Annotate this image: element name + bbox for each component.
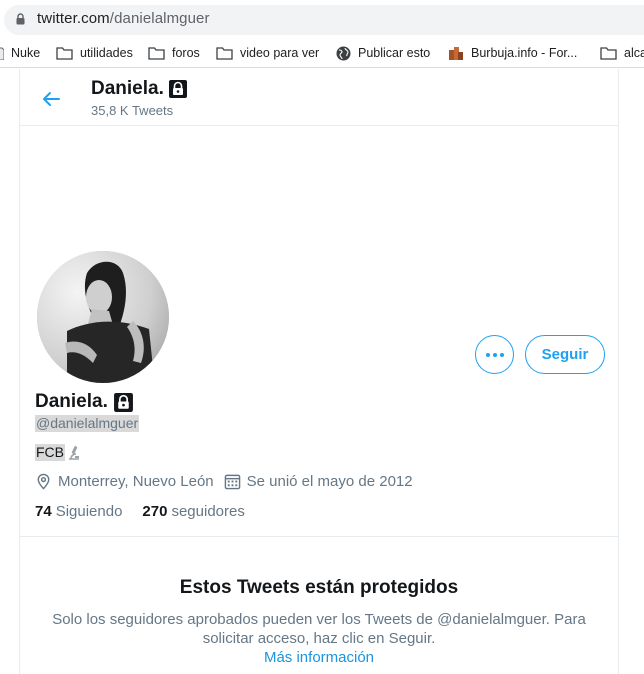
browser-url-bar[interactable]: twitter.com/danielalmguer xyxy=(0,0,644,38)
tweet-count: 35,8 K Tweets xyxy=(91,103,174,118)
profile-name-text: Daniela. xyxy=(35,391,108,412)
bookmark-label: Publicar esto xyxy=(358,46,431,60)
site-favicon-icon xyxy=(449,46,463,60)
followers-count: 270 xyxy=(142,503,168,520)
bio-text: FCB xyxy=(35,444,65,461)
bookmark-burbuja[interactable]: Burbuja.info - For... xyxy=(448,44,577,62)
profile-meta: Monterrey, Nuevo León Se unió el mayo de… xyxy=(35,473,423,490)
folder-icon xyxy=(148,46,165,60)
site-favicon-icon xyxy=(0,47,4,60)
divider xyxy=(20,536,618,537)
joined-text: Se unió el mayo de 2012 xyxy=(246,473,413,490)
bookmark-publicar-esto[interactable]: Publicar esto xyxy=(336,44,430,62)
follow-button[interactable]: Seguir xyxy=(525,335,605,374)
bookmark-nuke[interactable]: Nuke xyxy=(0,44,40,62)
bookmark-foros[interactable]: foros xyxy=(148,44,200,62)
microscope-icon xyxy=(69,445,79,460)
protected-lock-icon xyxy=(168,80,187,98)
profile-stats: 74 Siguiendo 270 seguidores xyxy=(35,503,265,520)
bookmarks-bar: Nuke utilidades foros video para ver Pub… xyxy=(0,38,644,68)
profile-name: Daniela. xyxy=(35,391,134,413)
protected-message: Solo los seguidores aprobados pueden ver… xyxy=(52,611,586,647)
header-title: Daniela. xyxy=(91,78,188,100)
url-domain: twitter.com xyxy=(37,10,110,27)
lock-icon xyxy=(16,13,25,25)
more-info-link[interactable]: Más información xyxy=(20,649,618,666)
ellipsis-dot xyxy=(485,352,490,357)
location-pin-icon xyxy=(37,473,50,490)
ellipsis-dot xyxy=(492,352,497,357)
profile-column: Daniela. 35,8 K Tweets Seguir Daniela. @… xyxy=(19,69,619,674)
bookmark-label: alca xyxy=(624,46,644,60)
profile-banner xyxy=(20,126,618,252)
back-button[interactable] xyxy=(35,83,67,115)
bookmark-video-para-ver[interactable]: video para ver xyxy=(216,44,319,62)
profile-header-bar: Daniela. 35,8 K Tweets xyxy=(20,69,618,126)
arrow-left-icon xyxy=(43,92,60,106)
joined-item: Se unió el mayo de 2012 xyxy=(224,473,413,490)
bookmark-label: foros xyxy=(172,46,200,60)
bookmark-alca[interactable]: alca xyxy=(600,44,644,62)
bookmark-label: Burbuja.info - For... xyxy=(471,46,578,60)
bookmark-label: utilidades xyxy=(80,46,133,60)
url-text[interactable]: twitter.com/danielalmguer xyxy=(37,10,210,27)
following-count: 74 xyxy=(35,503,52,520)
profile-handle: @danielalmguer xyxy=(35,415,140,432)
more-options-button[interactable] xyxy=(475,335,514,374)
following-label: Siguiendo xyxy=(55,503,123,520)
profile-photo xyxy=(37,251,169,383)
protected-title: Estos Tweets están protegidos xyxy=(179,577,459,598)
folder-icon xyxy=(600,46,617,60)
ellipsis-dot xyxy=(499,352,504,357)
url-path: /danielalmguer xyxy=(109,10,210,27)
location-text: Monterrey, Nuevo León xyxy=(58,473,214,490)
folder-icon xyxy=(56,46,73,60)
followers-label: seguidores xyxy=(171,503,245,520)
profile-bio: FCB xyxy=(35,444,82,461)
calendar-icon xyxy=(224,474,240,490)
bookmark-label: Nuke xyxy=(11,46,41,60)
bookmark-utilidades[interactable]: utilidades xyxy=(56,44,133,62)
header-name-text: Daniela. xyxy=(91,78,164,99)
followers-link[interactable]: 270 seguidores xyxy=(142,503,244,520)
bookmark-label: video para ver xyxy=(240,46,320,60)
folder-icon xyxy=(216,46,233,60)
avatar[interactable] xyxy=(35,249,171,385)
location-item: Monterrey, Nuevo León xyxy=(35,473,214,490)
globe-icon xyxy=(336,46,351,60)
following-link[interactable]: 74 Siguiendo xyxy=(35,503,122,520)
protected-lock-icon xyxy=(113,392,133,412)
